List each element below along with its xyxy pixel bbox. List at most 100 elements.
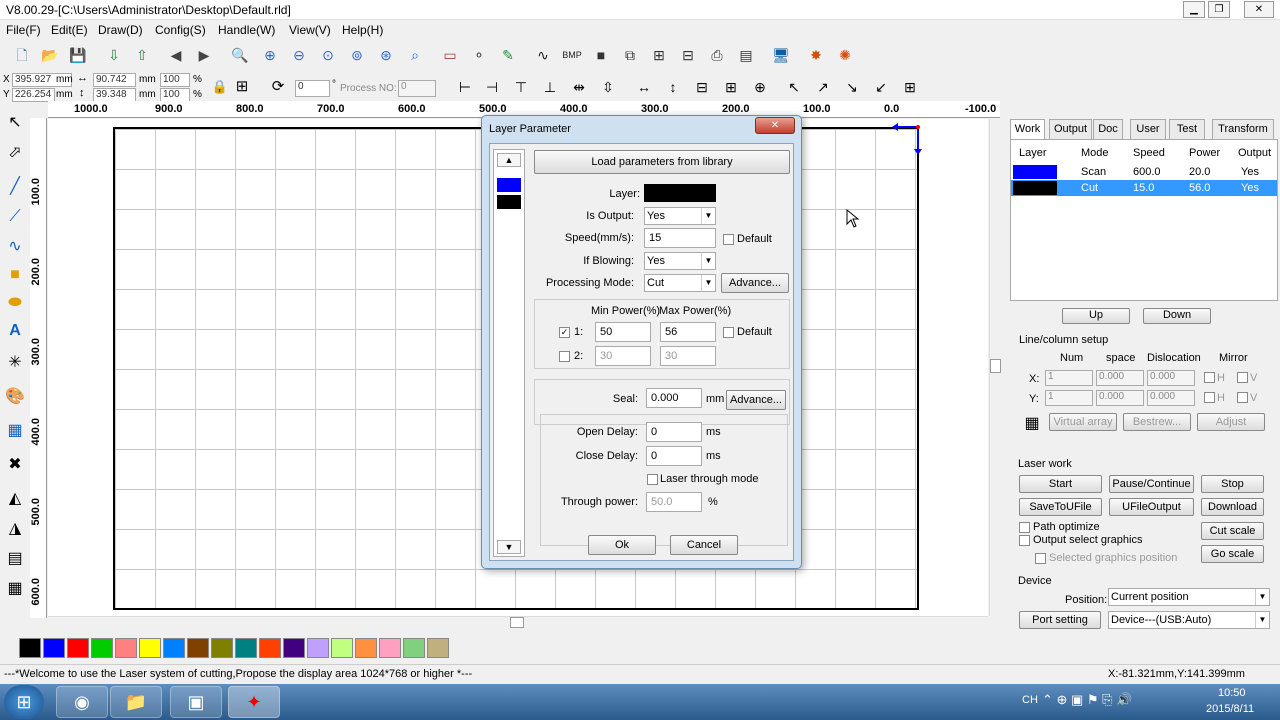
power-default-checkbox[interactable] — [723, 327, 734, 338]
selected-position-checkbox[interactable] — [1035, 553, 1046, 564]
space-h-icon[interactable]: ⊟ — [692, 77, 712, 97]
color-swatch[interactable] — [139, 638, 161, 658]
space-v-icon[interactable]: ⊞ — [721, 77, 741, 97]
tab-work[interactable]: Work — [1010, 119, 1045, 139]
array-x-space[interactable]: 0.000 — [1096, 370, 1144, 386]
color-swatch[interactable] — [283, 638, 305, 658]
color-swatch[interactable] — [43, 638, 65, 658]
laser-head-icon[interactable]: ✺ — [835, 45, 855, 65]
zoom-all-icon[interactable]: ⊛ — [376, 45, 396, 65]
align-icon[interactable]: ⊞ — [649, 45, 669, 65]
tab-doc[interactable]: Doc — [1093, 119, 1123, 139]
array-y-space[interactable]: 0.000 — [1096, 390, 1144, 406]
arrow-nw-icon[interactable]: ↖ — [784, 77, 804, 97]
power1-min-field[interactable]: 50 — [595, 322, 651, 342]
curve-tool-icon[interactable]: ∿ — [4, 236, 26, 258]
ellipse-tool-icon[interactable]: ⬬ — [4, 292, 26, 314]
rect-select-icon[interactable]: ▭ — [440, 45, 460, 65]
curve-icon[interactable]: ∿ — [533, 45, 553, 65]
speed-default-checkbox[interactable] — [723, 234, 734, 245]
color-swatch[interactable] — [235, 638, 257, 658]
layer-list[interactable]: Layer Mode Speed Power Output Scan 600.0… — [1010, 139, 1278, 301]
power1-max-field[interactable]: 56 — [660, 322, 716, 342]
center-page-icon[interactable]: ⊕ — [750, 77, 770, 97]
arrow-ne-icon[interactable]: ↗ — [813, 77, 833, 97]
matrix-tool-icon[interactable]: ▦ — [4, 578, 26, 600]
start-button-laser[interactable]: Start — [1019, 475, 1102, 493]
align-top-icon[interactable]: ⊤ — [511, 77, 531, 97]
taskbar-explorer-icon[interactable]: 📁 — [110, 686, 162, 718]
close-icon[interactable]: ✕ — [1244, 1, 1274, 18]
width-field[interactable]: 90.742 — [93, 73, 136, 87]
menu-view[interactable]: View(V) — [289, 23, 331, 37]
color-swatch[interactable] — [355, 638, 377, 658]
array-tool-icon[interactable]: ▦ — [4, 420, 26, 442]
array-y-num[interactable]: 1 — [1045, 390, 1093, 406]
maximize-button[interactable]: ❐ — [1208, 1, 1230, 18]
dialog-close-icon[interactable]: ✕ — [755, 117, 795, 134]
tab-transform[interactable]: Transform — [1212, 119, 1274, 139]
layer-color-item-blue[interactable] — [497, 178, 521, 192]
tab-user[interactable]: User — [1130, 119, 1166, 139]
select-arrow-icon[interactable]: ↖ — [4, 112, 26, 134]
menu-edit[interactable]: Edit(E) — [51, 23, 88, 37]
mirror-y-h-checkbox[interactable] — [1204, 392, 1215, 403]
tab-test[interactable]: Test — [1169, 119, 1205, 139]
layer-color-item-black[interactable] — [497, 195, 521, 209]
redo-icon[interactable]: ▶ — [194, 45, 214, 65]
power2-checkbox[interactable] — [559, 351, 570, 362]
device-select[interactable]: Device---(USB:Auto) ▼ — [1108, 611, 1270, 629]
save-icon[interactable]: 💾 — [68, 45, 88, 65]
export-icon[interactable]: ⇧ — [132, 45, 152, 65]
canvas-vertical-scrollbar[interactable] — [989, 119, 1001, 616]
seal-field[interactable]: 0.000 — [646, 388, 702, 408]
color-swatch[interactable] — [19, 638, 41, 658]
path-optimize-checkbox[interactable] — [1019, 522, 1030, 533]
point-tool-icon[interactable]: ✳ — [4, 352, 26, 374]
mirror-y-v-checkbox[interactable] — [1237, 392, 1248, 403]
layer-color-list[interactable]: ▲ ▼ — [493, 149, 525, 557]
mirror-v-tool-icon[interactable]: ◮ — [4, 518, 26, 540]
open-folder-icon[interactable]: 📂 — [40, 45, 60, 65]
undo-icon[interactable]: ◀ — [166, 45, 186, 65]
arrow-se-icon[interactable]: ↘ — [842, 77, 862, 97]
group-icon[interactable]: ⧉ — [620, 45, 640, 65]
is-output-select[interactable]: Yes ▼ — [644, 207, 716, 225]
cancel-button[interactable]: Cancel — [670, 535, 738, 555]
node-edit-icon[interactable]: ⚬ — [469, 45, 489, 65]
virtual-array-button[interactable]: Virtual array — [1049, 413, 1117, 431]
mirror-x-h-checkbox[interactable] — [1204, 372, 1215, 383]
ufile-output-button[interactable]: UFileOutput — [1109, 498, 1194, 516]
preview-icon[interactable]: ▤ — [736, 45, 756, 65]
same-width-icon[interactable]: ↔ — [634, 77, 654, 97]
color-swatch[interactable] — [115, 638, 137, 658]
bitmap-icon[interactable]: BMP — [562, 45, 582, 65]
layer-color-box[interactable] — [644, 184, 716, 202]
go-scale-button[interactable]: Go scale — [1201, 545, 1264, 563]
output-select-checkbox[interactable] — [1019, 535, 1030, 546]
lock-ratio-icon[interactable]: 🔒 — [210, 77, 230, 97]
delete-tool-icon[interactable]: ✖ — [4, 454, 26, 476]
minimize-button[interactable]: ▁ — [1183, 1, 1205, 18]
import-icon[interactable]: ⇩ — [104, 45, 124, 65]
color-swatch[interactable] — [379, 638, 401, 658]
taskbar-laser-icon[interactable]: ✦ — [228, 686, 280, 718]
color-swatch[interactable] — [403, 638, 425, 658]
color-tool-icon[interactable]: 🎨 — [4, 386, 26, 408]
start-button[interactable]: ⊞ — [4, 685, 44, 719]
process-no-field[interactable]: 0 — [398, 80, 436, 97]
align-center-h-icon[interactable]: ⇹ — [569, 77, 589, 97]
position-select[interactable]: Current position ▼ — [1108, 588, 1270, 606]
seal-advance-button[interactable]: Advance... — [726, 390, 786, 410]
color-swatch[interactable] — [91, 638, 113, 658]
grid-icon[interactable]: ⊞ — [232, 77, 252, 97]
color-swatch[interactable] — [427, 638, 449, 658]
menu-file[interactable]: File(F) — [6, 23, 41, 37]
laser-icon[interactable]: ✸ — [806, 45, 826, 65]
align-right-icon[interactable]: ⊣ — [482, 77, 502, 97]
tab-output[interactable]: Output — [1049, 119, 1092, 139]
canvas-horizontal-scrollbar[interactable] — [48, 616, 988, 628]
download-button[interactable]: Download — [1201, 498, 1264, 516]
bestrew-button[interactable]: Bestrew... — [1123, 413, 1191, 431]
port-setting-button[interactable]: Port setting — [1019, 611, 1101, 629]
